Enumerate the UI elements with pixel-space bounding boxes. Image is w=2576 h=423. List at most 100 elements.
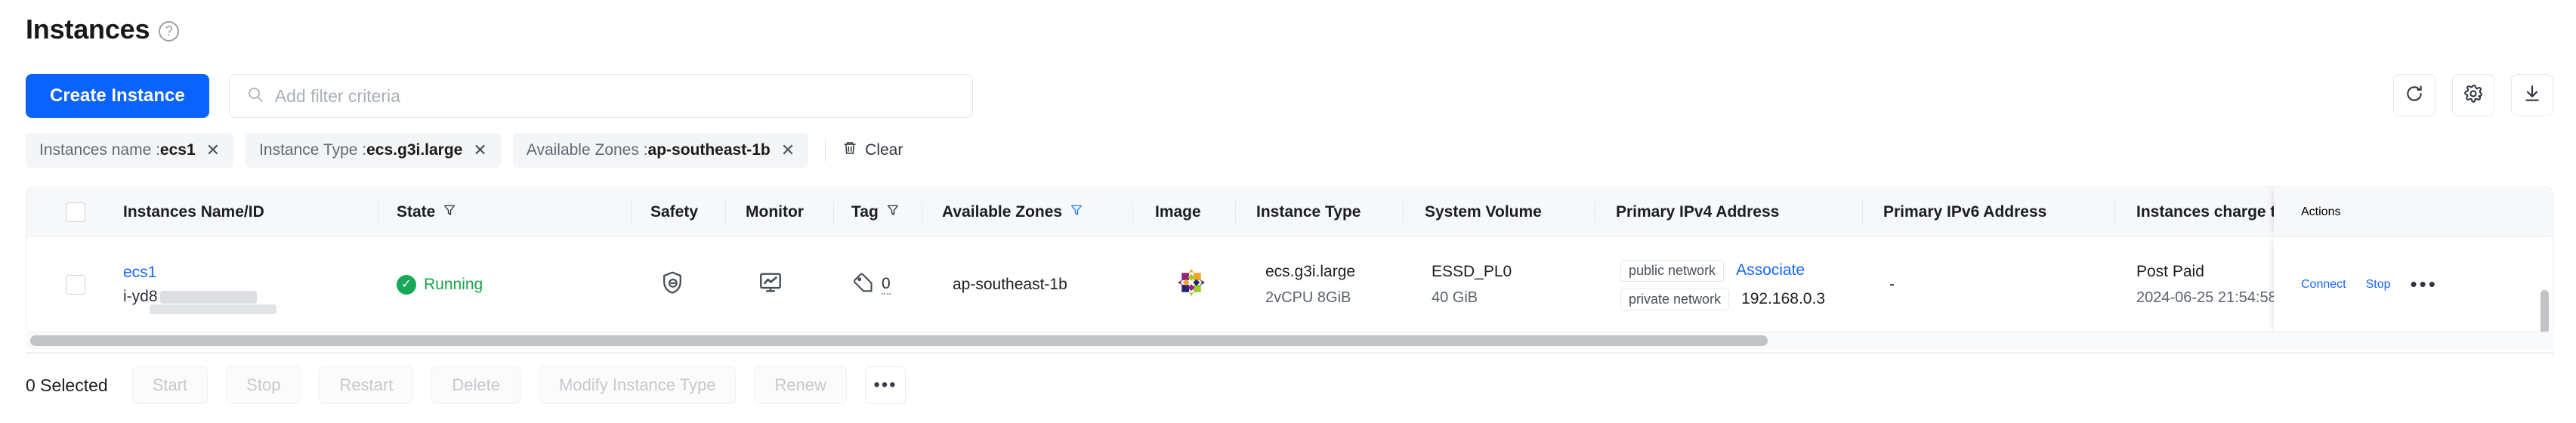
search-icon	[246, 85, 264, 107]
page-header: Instances ?	[26, 14, 180, 45]
column-label: Safety	[650, 202, 699, 221]
associate-link[interactable]: Associate	[1736, 261, 1805, 279]
shield-minus-icon[interactable]	[659, 270, 685, 300]
divider	[1862, 201, 1863, 224]
cell-primary-ipv4: public network Associate private network…	[1620, 237, 1825, 332]
column-label: Monitor	[746, 202, 804, 221]
instance-spec-value: 2vCPU 8GiB	[1265, 289, 1351, 306]
cell-instance-name-id: ecs1 i-yd8	[123, 237, 276, 332]
filter-chip[interactable]: Available Zones :ap-southeast-1b ✕	[512, 133, 809, 168]
column-header-primary-ipv4[interactable]: Primary IPv4 Address	[1616, 187, 1779, 236]
divider	[725, 201, 726, 224]
column-header-primary-ipv6[interactable]: Primary IPv6 Address	[1883, 187, 2046, 236]
column-header-monitor[interactable]: Monitor	[746, 187, 804, 236]
column-header-instances-name-id[interactable]: Instances Name/ID	[123, 187, 264, 236]
public-network-row: public network Associate	[1620, 259, 1805, 282]
filter-icon[interactable]	[443, 203, 456, 221]
tag-count[interactable]: 0	[882, 275, 891, 295]
centos-logo-icon	[1178, 269, 1205, 301]
divider	[631, 201, 632, 224]
table-body: ecs1 i-yd8 ✓ Running 0 ap-southeast-1b e…	[26, 237, 2553, 332]
column-header-image[interactable]: Image	[1155, 187, 1201, 236]
check-circle-icon: ✓	[397, 275, 416, 295]
page-title: Instances	[26, 14, 150, 45]
search-input[interactable]	[274, 85, 956, 107]
instance-name-link[interactable]: ecs1	[123, 264, 156, 282]
table-horizontal-scrollbar[interactable]	[26, 332, 2553, 349]
row-select-checkbox[interactable]	[66, 275, 85, 295]
actions-column-header: Actions	[2274, 187, 2553, 236]
restart-button[interactable]: Restart	[319, 366, 414, 404]
modify-instance-type-button[interactable]: Modify Instance Type	[538, 366, 737, 404]
column-label: Actions	[2301, 205, 2341, 218]
filter-chip-key: Instance Type :	[259, 141, 367, 159]
cell-system-volume: ESSD_PL0 40 GiB	[1432, 237, 1512, 332]
start-button[interactable]: Start	[131, 366, 208, 404]
charge-type-value: Post Paid	[2136, 263, 2204, 280]
status-label: Running	[424, 276, 483, 293]
system-volume-size: 40 GiB	[1432, 289, 1478, 306]
actions-column-cell: Connect Stop •••	[2274, 237, 2553, 332]
column-header-safety[interactable]: Safety	[650, 187, 698, 236]
more-actions-icon[interactable]: •••	[2411, 275, 2438, 294]
charge-time-value: 2024-06-25 21:54:58	[2136, 289, 2275, 306]
column-label: Instances Name/ID	[123, 202, 264, 221]
clear-filters-button[interactable]: Clear	[842, 140, 903, 160]
filter-chip-value: ap-southeast-1b	[647, 141, 771, 159]
column-label: Instances charge ty	[2136, 202, 2275, 221]
scrollbar-thumb[interactable]	[30, 335, 1768, 346]
settings-button[interactable]	[2452, 74, 2494, 116]
renew-button[interactable]: Renew	[754, 366, 847, 404]
private-ip-value: 192.168.0.3	[1741, 290, 1825, 307]
more-batch-actions-button[interactable]: •••	[864, 366, 906, 404]
scrollbar-thumb[interactable]	[2540, 290, 2549, 332]
column-label: System Volume	[1425, 202, 1542, 221]
filter-chip-remove-icon[interactable]: ✕	[473, 142, 486, 159]
column-label: Primary IPv6 Address	[1883, 202, 2047, 221]
status-badge: ✓ Running	[397, 275, 483, 295]
filter-chip-key: Instances name :	[39, 141, 160, 159]
filter-chip-remove-icon[interactable]: ✕	[781, 142, 795, 159]
stop-action-link[interactable]: Stop	[2366, 278, 2391, 292]
monitor-chart-icon[interactable]	[758, 270, 783, 300]
column-label: Available Zones	[942, 202, 1063, 221]
filter-chip[interactable]: Instance Type :ecs.g3i.large ✕	[246, 133, 501, 168]
column-header-available-zones[interactable]: Available Zones	[942, 187, 1083, 236]
instances-page: Instances ? Create Instance Add filter c…	[0, 0, 2576, 423]
filter-chip-value: ecs1	[159, 141, 196, 159]
cell-tag: 0	[851, 237, 891, 332]
trash-icon	[842, 140, 857, 160]
column-label: Tag	[851, 202, 879, 221]
filter-chip-remove-icon[interactable]: ✕	[206, 142, 220, 159]
cell-monitor	[758, 237, 783, 332]
filter-icon-active[interactable]	[1070, 203, 1083, 221]
filter-chip[interactable]: Instances name :ecs1 ✕	[26, 133, 234, 168]
stop-button[interactable]: Stop	[226, 366, 301, 404]
filter-search-box[interactable]	[228, 74, 973, 118]
create-instance-button[interactable]: Create Instance	[26, 74, 209, 118]
table-vertical-scrollbar[interactable]	[2540, 290, 2549, 332]
select-all-checkbox-cell	[66, 187, 85, 236]
instances-table: Instances Name/ID State Safety Monitor T…	[26, 187, 2553, 332]
filter-icon[interactable]	[886, 203, 900, 221]
delete-button[interactable]: Delete	[431, 366, 520, 404]
table-tool-buttons	[2393, 74, 2553, 116]
column-header-tag[interactable]: Tag	[851, 187, 900, 236]
divider	[825, 139, 826, 162]
tag-icon[interactable]	[851, 271, 874, 298]
selected-count-label: 0 Selected	[26, 375, 108, 395]
column-header-instances-charge-type[interactable]: Instances charge ty	[2136, 187, 2275, 236]
divider	[26, 352, 2553, 354]
column-header-state[interactable]: State	[397, 187, 456, 236]
download-icon	[2522, 84, 2542, 107]
refresh-button[interactable]	[2393, 74, 2435, 116]
row-select-checkbox-cell	[66, 237, 85, 332]
download-button[interactable]	[2511, 74, 2553, 116]
column-header-instance-type[interactable]: Instance Type	[1256, 187, 1361, 236]
select-all-checkbox[interactable]	[66, 202, 85, 222]
column-header-system-volume[interactable]: System Volume	[1425, 187, 1542, 236]
available-zone-value: ap-southeast-1b	[953, 276, 1067, 293]
filter-chip-value: ecs.g3i.large	[366, 141, 463, 159]
connect-action-link[interactable]: Connect	[2301, 278, 2346, 292]
help-circle-icon[interactable]: ?	[159, 20, 180, 42]
